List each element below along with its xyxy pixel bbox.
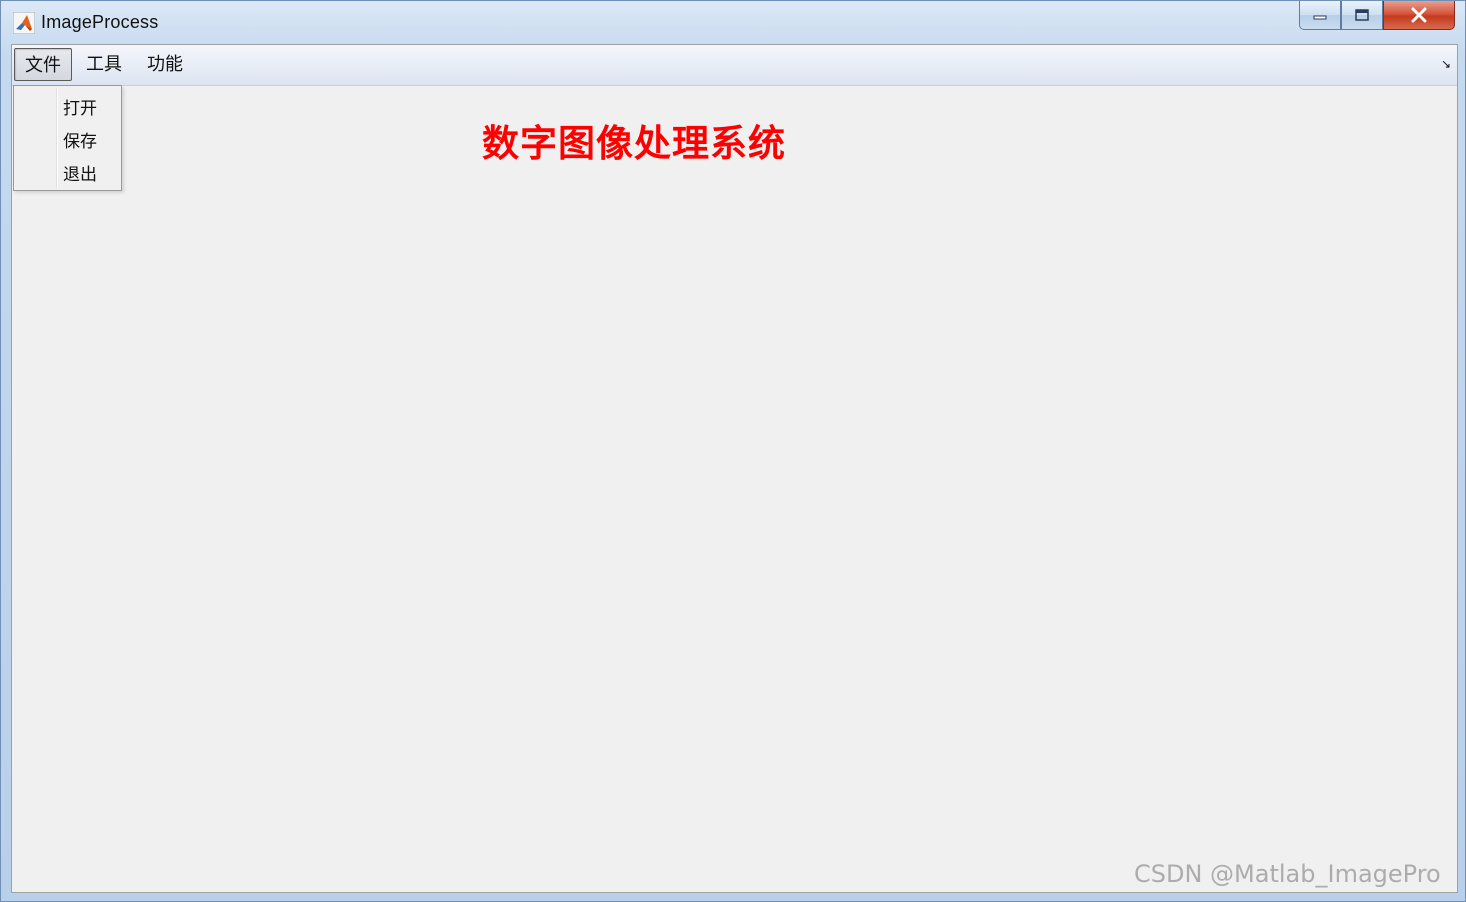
- menu-item-exit[interactable]: 退出: [63, 160, 97, 185]
- minimize-icon: [1313, 15, 1327, 20]
- window-controls: [1299, 1, 1455, 31]
- file-menu-dropdown: 打开 保存 退出: [13, 85, 122, 191]
- menu-item-save[interactable]: 保存: [63, 127, 97, 152]
- title-bar[interactable]: ImageProcess: [1, 1, 1465, 43]
- menu-icon-gutter: [56, 88, 58, 188]
- close-button[interactable]: [1383, 1, 1455, 30]
- app-window: ImageProcess 文件 工具 功能 ↘ 打开 保存 退出 数字图像处理系…: [0, 0, 1466, 902]
- menu-item-open[interactable]: 打开: [63, 94, 97, 119]
- window-title: ImageProcess: [41, 12, 159, 32]
- minimize-button[interactable]: [1299, 1, 1341, 30]
- toolbar-dock-arrow-icon[interactable]: ↘: [1441, 57, 1451, 71]
- matlab-logo-icon[interactable]: [13, 12, 35, 34]
- figure-client-area: 文件 工具 功能 ↘ 打开 保存 退出 数字图像处理系统: [11, 44, 1458, 893]
- menu-bar: 文件 工具 功能 ↘: [12, 45, 1457, 86]
- menu-file[interactable]: 文件: [14, 48, 72, 81]
- watermark-text: CSDN @Matlab_ImagePro: [1134, 860, 1441, 888]
- menu-tools[interactable]: 工具: [76, 48, 132, 81]
- menu-functions[interactable]: 功能: [137, 48, 193, 81]
- maximize-icon: [1355, 9, 1369, 21]
- close-icon: [1411, 7, 1427, 23]
- page-title: 数字图像处理系统: [482, 121, 786, 165]
- maximize-button[interactable]: [1341, 1, 1383, 30]
